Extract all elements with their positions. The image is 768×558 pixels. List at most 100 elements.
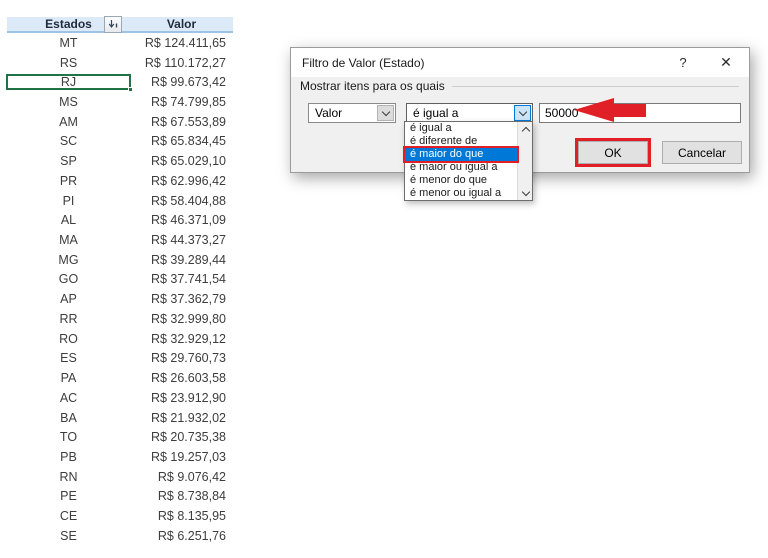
state-cell[interactable]: ES — [7, 351, 130, 365]
field-dropdown-value: Valor — [315, 106, 342, 120]
state-cell[interactable]: PR — [7, 174, 130, 188]
value-cell[interactable]: R$ 6.251,76 — [130, 529, 233, 543]
state-cell[interactable]: PB — [7, 450, 130, 464]
state-cell[interactable]: RR — [7, 312, 130, 326]
dropdown-scrollbar[interactable] — [517, 122, 532, 200]
value-cell[interactable]: R$ 23.912,90 — [130, 391, 233, 405]
table-row: ACR$ 23.912,90 — [7, 388, 233, 408]
value-cell[interactable]: R$ 21.932,02 — [130, 411, 233, 425]
state-cell[interactable]: PA — [7, 371, 130, 385]
value-cell[interactable]: R$ 124.411,65 — [130, 36, 233, 50]
field-dropdown[interactable]: Valor — [308, 103, 396, 123]
scroll-down-icon[interactable] — [518, 186, 533, 200]
sort-descending-icon — [108, 19, 119, 30]
pivot-table: Estados Valor MTR$ 124.411,65RSR$ 110.17… — [7, 17, 233, 546]
value-cell[interactable]: R$ 46.371,09 — [130, 213, 233, 227]
help-button[interactable]: ? — [663, 48, 703, 77]
group-divider — [452, 86, 739, 87]
value-cell[interactable]: R$ 65.029,10 — [130, 154, 233, 168]
state-cell[interactable]: SE — [7, 529, 130, 543]
table-row: RRR$ 32.999,80 — [7, 309, 233, 329]
value-cell[interactable]: R$ 58.404,88 — [130, 194, 233, 208]
table-row: TOR$ 20.735,38 — [7, 427, 233, 447]
state-cell[interactable]: MT — [7, 36, 130, 50]
table-row: MTR$ 124.411,65 — [7, 33, 233, 53]
state-cell[interactable]: MG — [7, 253, 130, 267]
value-cell[interactable]: R$ 29.760,73 — [130, 351, 233, 365]
value-cell[interactable]: R$ 8.738,84 — [130, 489, 233, 503]
value-cell[interactable]: R$ 110.172,27 — [130, 56, 233, 70]
value-cell[interactable]: R$ 39.289,44 — [130, 253, 233, 267]
operator-options: é igual aé diferente deé maior do queé m… — [405, 122, 517, 200]
state-cell[interactable]: RS — [7, 56, 130, 70]
ok-button[interactable]: OK — [578, 141, 648, 164]
dropdown-option[interactable]: é menor ou igual a — [405, 187, 517, 200]
dropdown-option[interactable]: é diferente de — [405, 135, 517, 148]
table-row: APR$ 37.362,79 — [7, 289, 233, 309]
table-row: PAR$ 26.603,58 — [7, 368, 233, 388]
value-cell[interactable]: R$ 32.999,80 — [130, 312, 233, 326]
dropdown-option[interactable]: é maior ou igual a — [405, 161, 517, 174]
dropdown-option[interactable]: é igual a — [405, 122, 517, 135]
show-items-label: Mostrar itens para os quais — [300, 79, 445, 93]
state-cell[interactable]: TO — [7, 430, 130, 444]
table-row: GOR$ 37.741,54 — [7, 270, 233, 290]
valor-column-header[interactable]: Valor — [130, 17, 233, 31]
operator-dropdown[interactable]: é igual a — [406, 103, 533, 123]
state-cell[interactable]: RJ — [7, 75, 130, 89]
cancel-button[interactable]: Cancelar — [662, 141, 742, 164]
table-row: ESR$ 29.760,73 — [7, 349, 233, 369]
dropdown-option[interactable]: é maior do que — [405, 148, 517, 161]
value-cell[interactable]: R$ 67.553,89 — [130, 115, 233, 129]
chevron-down-icon[interactable] — [377, 105, 394, 121]
state-cell[interactable]: AL — [7, 213, 130, 227]
state-cell[interactable]: AP — [7, 292, 130, 306]
value-cell[interactable]: R$ 65.834,45 — [130, 134, 233, 148]
pivot-table-body: MTR$ 124.411,65RSR$ 110.172,27RJR$ 99.67… — [7, 33, 233, 546]
fill-handle[interactable] — [128, 87, 133, 92]
state-cell[interactable]: MA — [7, 233, 130, 247]
table-row: ALR$ 46.371,09 — [7, 210, 233, 230]
state-cell[interactable]: CE — [7, 509, 130, 523]
show-items-group: Mostrar itens para os quais — [300, 79, 739, 93]
state-cell[interactable]: RO — [7, 332, 130, 346]
dialog-buttons: OK Cancelar — [578, 141, 742, 164]
dropdown-option[interactable]: é menor do que — [405, 174, 517, 187]
state-cell[interactable]: GO — [7, 272, 130, 286]
state-cell[interactable]: RN — [7, 470, 130, 484]
state-cell[interactable]: PI — [7, 194, 130, 208]
dialog-titlebar[interactable]: Filtro de Valor (Estado) ? ✕ — [291, 48, 749, 77]
value-cell[interactable]: R$ 74.799,85 — [130, 95, 233, 109]
state-cell[interactable]: MS — [7, 95, 130, 109]
table-row: ROR$ 32.929,12 — [7, 329, 233, 349]
state-cell[interactable]: AC — [7, 391, 130, 405]
table-row: PER$ 8.738,84 — [7, 487, 233, 507]
pivot-header-row: Estados Valor — [7, 17, 233, 33]
filter-controls: Valor é igual a — [308, 103, 741, 123]
chevron-down-icon[interactable] — [514, 105, 531, 121]
state-cell[interactable]: SP — [7, 154, 130, 168]
value-cell[interactable]: R$ 19.257,03 — [130, 450, 233, 464]
value-cell[interactable]: R$ 44.373,27 — [130, 233, 233, 247]
state-cell[interactable]: BA — [7, 411, 130, 425]
close-button[interactable]: ✕ — [703, 48, 749, 77]
value-cell[interactable]: R$ 62.996,42 — [130, 174, 233, 188]
value-cell[interactable]: R$ 8.135,95 — [130, 509, 233, 523]
table-row: RNR$ 9.076,42 — [7, 467, 233, 487]
state-cell[interactable]: AM — [7, 115, 130, 129]
value-cell[interactable]: R$ 26.603,58 — [130, 371, 233, 385]
value-cell[interactable]: R$ 32.929,12 — [130, 332, 233, 346]
value-cell[interactable]: R$ 20.735,38 — [130, 430, 233, 444]
state-cell[interactable]: PE — [7, 489, 130, 503]
value-cell[interactable]: R$ 37.362,79 — [130, 292, 233, 306]
state-cell[interactable]: SC — [7, 134, 130, 148]
value-cell[interactable]: R$ 37.741,54 — [130, 272, 233, 286]
scroll-up-icon[interactable] — [518, 122, 533, 136]
value-cell[interactable]: R$ 9.076,42 — [130, 470, 233, 484]
sort-filter-button[interactable] — [104, 16, 122, 33]
value-cell[interactable]: R$ 99.673,42 — [130, 75, 233, 89]
table-row: SCR$ 65.834,45 — [7, 132, 233, 152]
table-row: MGR$ 39.289,44 — [7, 250, 233, 270]
table-row: SPR$ 65.029,10 — [7, 151, 233, 171]
dialog-title: Filtro de Valor (Estado) — [291, 56, 663, 70]
